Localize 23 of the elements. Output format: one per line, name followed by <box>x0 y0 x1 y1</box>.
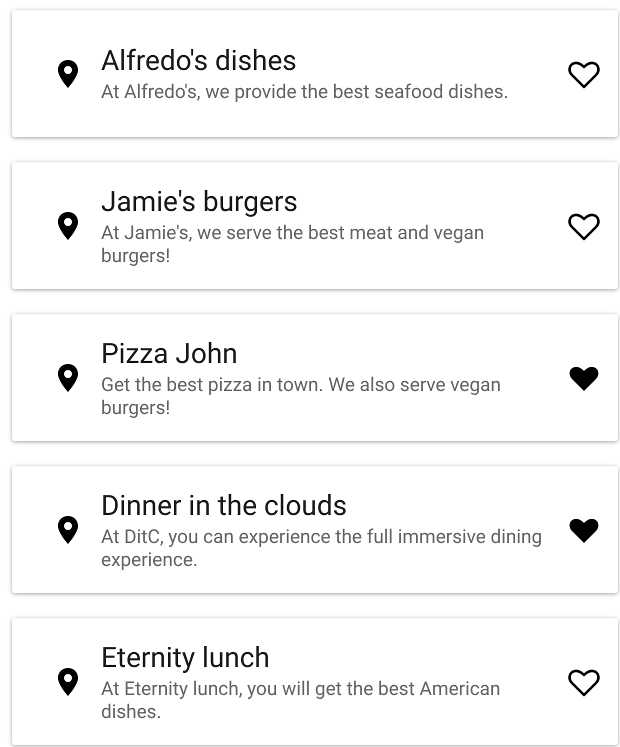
restaurant-card[interactable]: Dinner in the clouds At DitC, you can experience the full immersive dining experience. <box>12 466 618 593</box>
location-pin-icon <box>56 666 80 696</box>
restaurant-description: At DitC, you can experience the full immersive dining experience. <box>101 524 544 570</box>
location-pin-icon <box>56 58 80 88</box>
restaurant-card[interactable]: Pizza John Get the best pizza in town. We also serve vegan burgers! <box>12 314 618 441</box>
location-pin-icon <box>56 210 80 240</box>
restaurant-card[interactable]: Alfredo's dishes At Alfredo's, we provide the best seafood dishes. <box>12 10 618 137</box>
restaurant-name: Jamie's burgers <box>101 184 299 218</box>
restaurant-description: Get the best pizza in town. We also serve vegan burgers! <box>101 372 502 418</box>
heart-outline-icon[interactable] <box>568 58 600 88</box>
restaurant-name: Eternity lunch <box>101 640 271 674</box>
restaurant-card[interactable]: Eternity lunch At Eternity lunch, you will get the best American dishes. <box>12 618 618 745</box>
heart-outline-icon[interactable] <box>568 210 600 240</box>
restaurant-card[interactable]: Jamie's burgers At Jamie's, we serve the best meat and vegan burgers! <box>12 162 618 289</box>
restaurant-description: At Alfredo's, we provide the best seafood dishes. <box>101 80 510 103</box>
restaurant-description: At Jamie's, we serve the best meat and vegan burgers! <box>101 220 486 266</box>
restaurant-name: Alfredo's dishes <box>101 44 298 78</box>
restaurant-description: At Eternity lunch, you will get the best American dishes. <box>101 676 502 722</box>
location-pin-icon <box>56 514 80 544</box>
restaurant-name: Pizza John <box>101 336 239 370</box>
heart-outline-icon[interactable] <box>568 666 600 696</box>
restaurant-name: Dinner in the clouds <box>101 488 348 522</box>
location-pin-icon <box>56 362 80 392</box>
